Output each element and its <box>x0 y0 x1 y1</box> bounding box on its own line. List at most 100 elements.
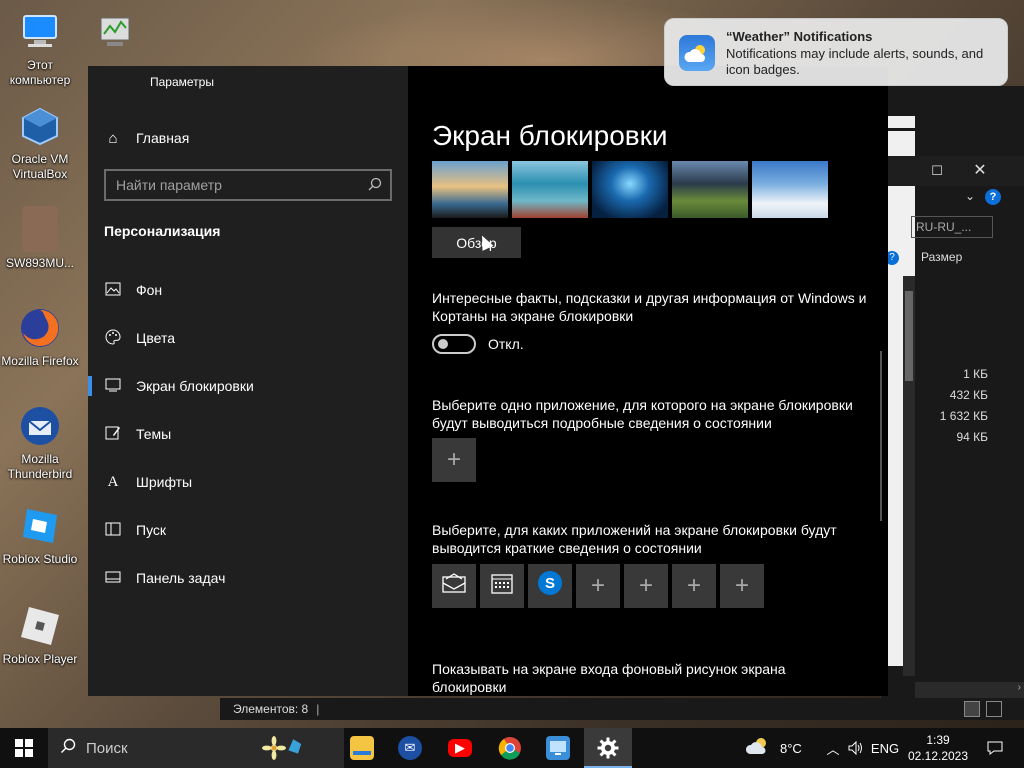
control-panel-icon <box>546 736 570 760</box>
details-view-icon[interactable] <box>964 701 980 717</box>
taskbar-search-placeholder: Поиск <box>86 739 128 757</box>
image-file-icon <box>22 206 58 252</box>
desktop-icon-image-file[interactable]: SW893MU... <box>0 206 80 271</box>
desktop-icon-computer[interactable]: Этот компьютер <box>0 10 80 88</box>
notification-title: “Weather” Notifications <box>726 29 873 44</box>
sidebar-item-lock-screen[interactable]: Экран блокировки <box>88 362 408 410</box>
windows-logo-icon <box>15 739 33 757</box>
desktop-icon-task-manager[interactable] <box>80 10 150 58</box>
image-icon <box>104 282 122 299</box>
chevron-up-icon[interactable]: ︿ <box>824 728 842 768</box>
sidebar-item-label: Пуск <box>136 522 167 538</box>
taskbar: Поиск ✉ ▶ 8°C ︿ ENG 1:39 02.12.2023 <box>0 728 1024 768</box>
explorer-toolbar-strip <box>887 116 915 128</box>
taskbar-control-panel[interactable] <box>534 728 582 768</box>
toggle-state-label: Откл. <box>488 336 524 352</box>
desktop-icon-roblox-player[interactable]: Roblox Player <box>0 604 80 667</box>
explorer-search-input[interactable]: RU-RU_... <box>911 216 993 238</box>
add-quick-app-button[interactable]: + <box>576 564 620 608</box>
sidebar-item-start[interactable]: Пуск <box>88 506 408 554</box>
fun-facts-toggle[interactable] <box>432 334 476 354</box>
chevron-down-icon[interactable]: ⌄ <box>965 189 975 203</box>
explorer-window[interactable]: ☐ ✕ ⌄ ? RU-RU_... ? Размер 1 КБ 432 КБ 1… <box>880 86 1024 698</box>
weather-widget[interactable]: 8°C <box>745 728 802 768</box>
notification-toast[interactable]: “Weather” Notifications Notifications ma… <box>664 18 1008 86</box>
sidebar-nav: Фон Цвета Экран блокировки Темы A Шрифты… <box>88 266 408 602</box>
settings-search[interactable] <box>104 169 392 201</box>
close-icon[interactable]: ✕ <box>969 160 991 182</box>
search-input[interactable] <box>116 177 368 193</box>
window-title: Параметры <box>150 75 214 89</box>
desktop-icon-thunderbird[interactable]: Mozilla Thunderbird <box>0 404 80 482</box>
taskbar-settings[interactable] <box>584 728 632 768</box>
add-detailed-app-button[interactable]: + <box>432 438 476 482</box>
desktop-icon-roblox-studio[interactable]: Roblox Studio <box>0 504 80 567</box>
quick-app-skype[interactable]: S <box>528 564 572 608</box>
sidebar-item-fonts[interactable]: A Шрифты <box>88 458 408 506</box>
language-indicator[interactable]: ENG <box>870 728 900 768</box>
sidebar-item-colors[interactable]: Цвета <box>88 314 408 362</box>
quick-status-description: Выберите, для каких приложений на экране… <box>432 522 837 556</box>
explorer-status-bar: Элементов: 8 | <box>220 698 1024 720</box>
signin-background-description: Показывать на экране входа фоновый рисун… <box>432 661 786 695</box>
wallpaper-history <box>432 161 828 218</box>
fonts-icon: A <box>107 473 119 490</box>
taskbar-thunderbird[interactable]: ✉ <box>386 728 434 768</box>
start-button[interactable] <box>0 728 48 768</box>
taskbar-file-explorer[interactable] <box>338 728 386 768</box>
scrollbar[interactable] <box>880 351 882 521</box>
chrome-icon <box>498 736 522 760</box>
tiles-view-icon[interactable] <box>986 701 1002 717</box>
wallpaper-thumbnail[interactable] <box>512 161 588 218</box>
list-item: 432 КБ <box>949 388 988 402</box>
browse-button[interactable]: Обзор <box>432 227 521 258</box>
desktop-icon-virtualbox[interactable]: Oracle VM VirtualBox <box>0 104 80 182</box>
clock[interactable]: 1:39 02.12.2023 <box>900 732 976 764</box>
quick-app-mail[interactable] <box>432 564 476 608</box>
taskbar-icon <box>104 570 122 586</box>
quick-app-calendar[interactable] <box>480 564 524 608</box>
add-quick-app-button[interactable]: + <box>720 564 764 608</box>
help-icon[interactable]: ? <box>985 189 1001 205</box>
volume-icon[interactable] <box>846 728 866 768</box>
youtube-icon: ▶ <box>448 739 472 757</box>
sidebar-item-label: Панель задач <box>136 570 226 586</box>
add-quick-app-button[interactable]: + <box>624 564 668 608</box>
sidebar-item-label: Цвета <box>136 330 175 346</box>
sidebar-item-themes[interactable]: Темы <box>88 410 408 458</box>
search-highlight-icon[interactable] <box>258 728 306 768</box>
add-icon: + <box>590 572 605 599</box>
sidebar-item-label: Экран блокировки <box>136 378 254 394</box>
skype-icon: S <box>537 570 563 603</box>
wallpaper-thumbnail[interactable] <box>592 161 668 218</box>
section-title: Персонализация <box>104 223 221 239</box>
wallpaper-thumbnail[interactable] <box>752 161 828 218</box>
divider: | <box>316 702 320 716</box>
wallpaper-thumbnail[interactable] <box>432 161 508 218</box>
scrollbar-thumb[interactable] <box>905 291 913 381</box>
quick-status-apps: S + + + + <box>432 564 764 608</box>
horizontal-scrollbar[interactable]: › <box>915 682 1024 698</box>
add-icon: + <box>734 572 749 599</box>
maximize-icon[interactable]: ☐ <box>926 160 948 182</box>
palette-icon <box>104 328 122 348</box>
lock-screen-icon <box>104 378 122 395</box>
search-icon[interactable] <box>368 177 382 194</box>
nav-home[interactable]: ⌂ Главная <box>104 128 189 148</box>
fun-facts-description: Интересные факты, подсказки и другая инф… <box>432 290 867 324</box>
thunderbird-icon: ✉ <box>398 736 422 760</box>
task-manager-icon <box>93 10 137 54</box>
column-header-size[interactable]: Размер <box>921 250 962 264</box>
gear-icon <box>596 736 620 760</box>
wallpaper-thumbnail[interactable] <box>672 161 748 218</box>
add-quick-app-button[interactable]: + <box>672 564 716 608</box>
thunderbird-icon <box>18 404 62 448</box>
desktop-icon-firefox[interactable]: Mozilla Firefox <box>0 306 80 369</box>
action-center-icon[interactable] <box>980 728 1010 768</box>
taskbar-chrome[interactable] <box>486 728 534 768</box>
sidebar-item-background[interactable]: Фон <box>88 266 408 314</box>
computer-icon <box>18 10 62 54</box>
sidebar-item-taskbar[interactable]: Панель задач <box>88 554 408 602</box>
taskbar-youtube[interactable]: ▶ <box>436 728 484 768</box>
nav-home-label: Главная <box>136 130 190 146</box>
